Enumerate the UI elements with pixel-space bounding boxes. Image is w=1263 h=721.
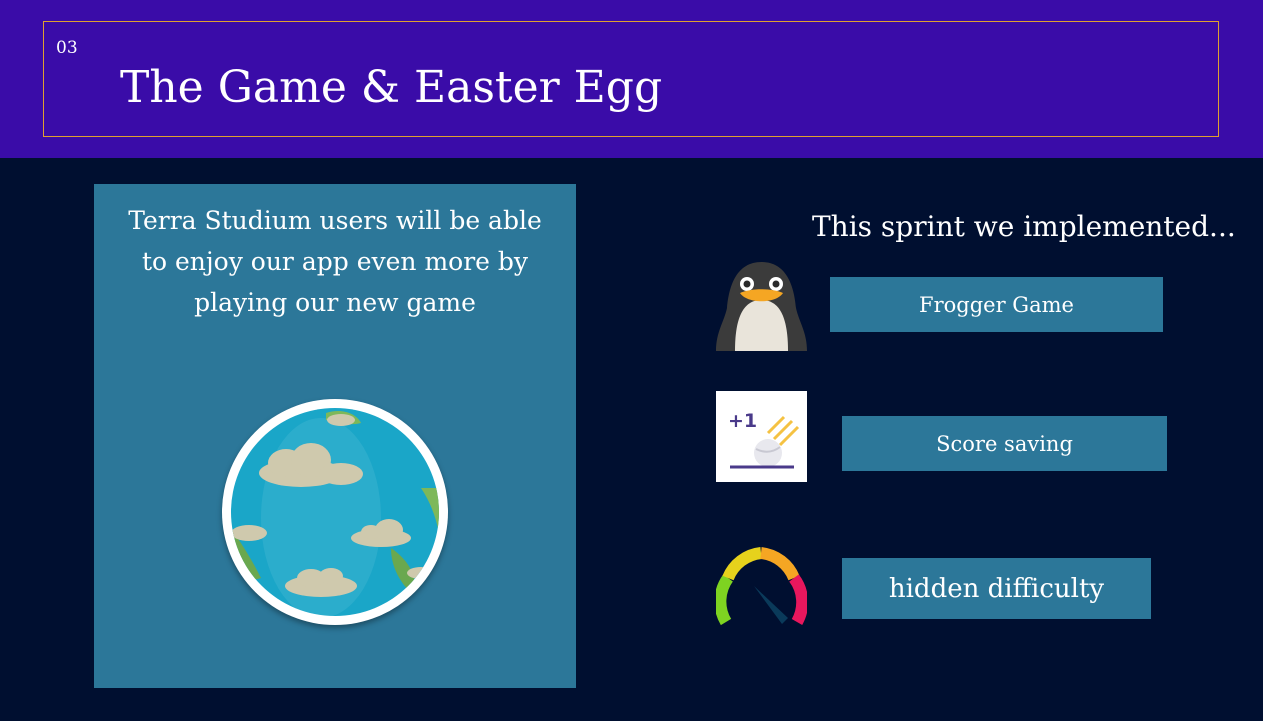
intro-panel: Terra Studium users will be able to enjo… bbox=[94, 184, 576, 688]
frogger-game-button[interactable]: Frogger Game bbox=[830, 277, 1163, 332]
slide: 03 The Game & Easter Egg Terra Studium u… bbox=[0, 0, 1263, 721]
sprint-heading: This sprint we implemented... bbox=[812, 210, 1236, 243]
slide-number: 03 bbox=[56, 38, 78, 58]
slide-title: The Game & Easter Egg bbox=[120, 62, 663, 113]
hidden-difficulty-button[interactable]: hidden difficulty bbox=[842, 558, 1151, 619]
header-bar: 03 The Game & Easter Egg bbox=[0, 0, 1263, 158]
score-saving-button[interactable]: Score saving bbox=[842, 416, 1167, 471]
penguin-icon bbox=[716, 260, 807, 351]
earth-globe-graphic bbox=[231, 408, 439, 616]
plus-one-label: +1 bbox=[728, 410, 757, 432]
plus-one-score-icon: +1 bbox=[716, 391, 807, 482]
intro-text: Terra Studium users will be able to enjo… bbox=[128, 206, 542, 317]
earth-globe-icon bbox=[222, 399, 448, 625]
speedometer-icon bbox=[714, 546, 809, 637]
